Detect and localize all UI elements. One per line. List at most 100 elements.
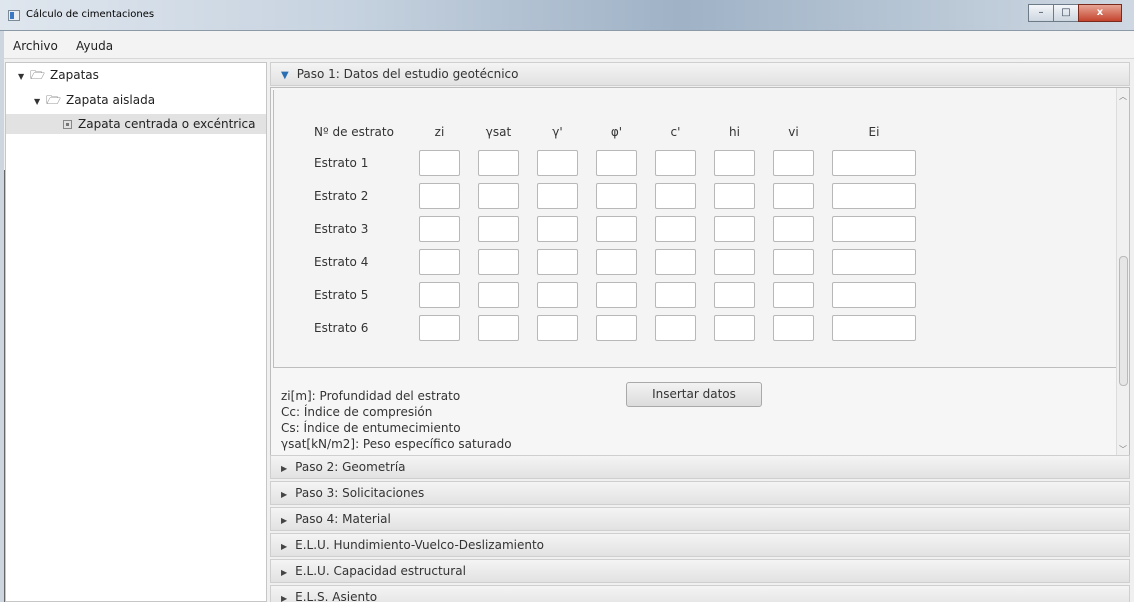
vertical-scrollbar[interactable]: ︿ ﹀ xyxy=(1116,88,1129,458)
input-c-prime-estrato-2[interactable] xyxy=(655,183,696,209)
input-ei-estrato-2[interactable] xyxy=(832,183,916,209)
input-ei-estrato-4[interactable] xyxy=(832,249,916,275)
title-bar: Cálculo de cimentaciones – □ x xyxy=(0,0,1134,31)
input-gamma-sat-estrato-5[interactable] xyxy=(478,282,519,308)
tree-item-label: Zapata aislada xyxy=(66,93,156,107)
input-gamma-prime-estrato-6[interactable] xyxy=(537,315,578,341)
input-gamma-prime-estrato-1[interactable] xyxy=(537,150,578,176)
column-header-estrato: Nº de estrato xyxy=(314,125,394,139)
expanded-triangle-icon: ▼ xyxy=(281,70,289,81)
collapsed-triangle-icon: ▶ xyxy=(281,490,288,499)
insert-data-button[interactable]: Insertar datos xyxy=(626,382,762,407)
input-vi-estrato-4[interactable] xyxy=(773,249,814,275)
input-vi-estrato-3[interactable] xyxy=(773,216,814,242)
tree-item-label: Zapatas xyxy=(50,68,99,82)
accordion-title: E.L.S. Asiento xyxy=(295,590,378,602)
column-header-c-prime: c' xyxy=(670,125,681,139)
input-ei-estrato-3[interactable] xyxy=(832,216,916,242)
input-gamma-sat-estrato-3[interactable] xyxy=(478,216,519,242)
input-gamma-prime-estrato-5[interactable] xyxy=(537,282,578,308)
input-hi-estrato-4[interactable] xyxy=(714,249,755,275)
input-vi-estrato-5[interactable] xyxy=(773,282,814,308)
tree-item-zapatas[interactable]: ▼ 🗁 Zapatas xyxy=(18,65,99,85)
accordion-title: Paso 2: Geometría xyxy=(295,460,406,474)
strata-grid: Nº de estrato zi γsat γ' φ' c' hi vi Ei … xyxy=(273,90,1117,368)
input-gamma-sat-estrato-6[interactable] xyxy=(478,315,519,341)
input-ei-estrato-1[interactable] xyxy=(832,150,916,176)
accordion-els-asiento-header[interactable]: ▶ E.L.S. Asiento xyxy=(270,585,1130,602)
scroll-down-icon[interactable]: ﹀ xyxy=(1119,444,1127,455)
close-button[interactable]: x xyxy=(1078,4,1122,22)
input-vi-estrato-6[interactable] xyxy=(773,315,814,341)
accordion-title: Paso 4: Material xyxy=(295,512,391,526)
legend-line: Cs: Índice de entumecimiento xyxy=(281,421,461,435)
input-c-prime-estrato-4[interactable] xyxy=(655,249,696,275)
input-ei-estrato-6[interactable] xyxy=(832,315,916,341)
accordion-title: E.L.U. Hundimiento-Vuelco-Deslizamiento xyxy=(295,538,545,552)
input-ei-estrato-5[interactable] xyxy=(832,282,916,308)
accordion-step3-header[interactable]: ▶ Paso 3: Solicitaciones xyxy=(270,481,1130,505)
input-phi-prime-estrato-1[interactable] xyxy=(596,150,637,176)
input-hi-estrato-5[interactable] xyxy=(714,282,755,308)
column-header-hi: hi xyxy=(729,125,740,139)
row-label-estrato-3: Estrato 3 xyxy=(314,222,369,236)
collapsed-triangle-icon: ▶ xyxy=(281,568,288,577)
input-hi-estrato-6[interactable] xyxy=(714,315,755,341)
menu-archivo[interactable]: Archivo xyxy=(13,39,58,53)
tree-item-label: Zapata centrada o excéntrica xyxy=(78,117,256,131)
menu-ayuda[interactable]: Ayuda xyxy=(76,39,113,53)
row-label-estrato-1: Estrato 1 xyxy=(314,156,369,170)
minimize-button[interactable]: – xyxy=(1028,4,1054,22)
input-c-prime-estrato-6[interactable] xyxy=(655,315,696,341)
expanded-triangle-icon[interactable]: ▼ xyxy=(18,72,24,81)
input-gamma-prime-estrato-4[interactable] xyxy=(537,249,578,275)
column-header-ei: Ei xyxy=(868,125,880,139)
input-gamma-prime-estrato-3[interactable] xyxy=(537,216,578,242)
accordion-elu-capacidad-header[interactable]: ▶ E.L.U. Capacidad estructural xyxy=(270,559,1130,583)
row-label-estrato-5: Estrato 5 xyxy=(314,288,369,302)
legend-line: γsat[kN/m2]: Peso específico saturado xyxy=(281,437,512,451)
accordion-title: Paso 3: Solicitaciones xyxy=(295,486,425,500)
collapsed-triangle-icon: ▶ xyxy=(281,542,288,551)
scrollbar-thumb[interactable] xyxy=(1119,256,1128,386)
accordion-step1-header[interactable]: ▼ Paso 1: Datos del estudio geotécnico xyxy=(270,62,1130,86)
expanded-triangle-icon[interactable]: ▼ xyxy=(34,97,40,106)
input-phi-prime-estrato-3[interactable] xyxy=(596,216,637,242)
input-hi-estrato-3[interactable] xyxy=(714,216,755,242)
input-gamma-sat-estrato-2[interactable] xyxy=(478,183,519,209)
input-gamma-sat-estrato-4[interactable] xyxy=(478,249,519,275)
input-zi-estrato-4[interactable] xyxy=(419,249,460,275)
app-icon xyxy=(8,10,20,21)
input-hi-estrato-2[interactable] xyxy=(714,183,755,209)
input-zi-estrato-3[interactable] xyxy=(419,216,460,242)
column-header-vi: vi xyxy=(788,125,799,139)
folder-open-icon: 🗁 xyxy=(30,68,46,82)
collapsed-triangle-icon: ▶ xyxy=(281,594,288,602)
input-vi-estrato-2[interactable] xyxy=(773,183,814,209)
input-phi-prime-estrato-4[interactable] xyxy=(596,249,637,275)
input-vi-estrato-1[interactable] xyxy=(773,150,814,176)
input-zi-estrato-6[interactable] xyxy=(419,315,460,341)
accordion-step1-title: Paso 1: Datos del estudio geotécnico xyxy=(296,67,519,81)
input-phi-prime-estrato-5[interactable] xyxy=(596,282,637,308)
input-c-prime-estrato-3[interactable] xyxy=(655,216,696,242)
tree-item-zapata-aislada[interactable]: ▼ 🗁 Zapata aislada xyxy=(34,90,155,110)
input-zi-estrato-2[interactable] xyxy=(419,183,460,209)
input-c-prime-estrato-1[interactable] xyxy=(655,150,696,176)
input-gamma-sat-estrato-1[interactable] xyxy=(478,150,519,176)
input-hi-estrato-1[interactable] xyxy=(714,150,755,176)
accordion-elu-hundimiento-header[interactable]: ▶ E.L.U. Hundimiento-Vuelco-Deslizamiento xyxy=(270,533,1130,557)
input-zi-estrato-1[interactable] xyxy=(419,150,460,176)
accordion-step2-header[interactable]: ▶ Paso 2: Geometría xyxy=(270,455,1130,479)
input-phi-prime-estrato-2[interactable] xyxy=(596,183,637,209)
input-c-prime-estrato-5[interactable] xyxy=(655,282,696,308)
tree-item-zapata-centrada[interactable]: Zapata centrada o excéntrica xyxy=(6,114,266,134)
accordion-title: E.L.U. Capacidad estructural xyxy=(295,564,466,578)
input-phi-prime-estrato-6[interactable] xyxy=(596,315,637,341)
maximize-button[interactable]: □ xyxy=(1053,4,1079,22)
step1-content: Nº de estrato zi γsat γ' φ' c' hi vi Ei … xyxy=(270,87,1130,459)
scroll-up-icon[interactable]: ︿ xyxy=(1119,91,1127,102)
input-zi-estrato-5[interactable] xyxy=(419,282,460,308)
input-gamma-prime-estrato-2[interactable] xyxy=(537,183,578,209)
accordion-step4-header[interactable]: ▶ Paso 4: Material xyxy=(270,507,1130,531)
